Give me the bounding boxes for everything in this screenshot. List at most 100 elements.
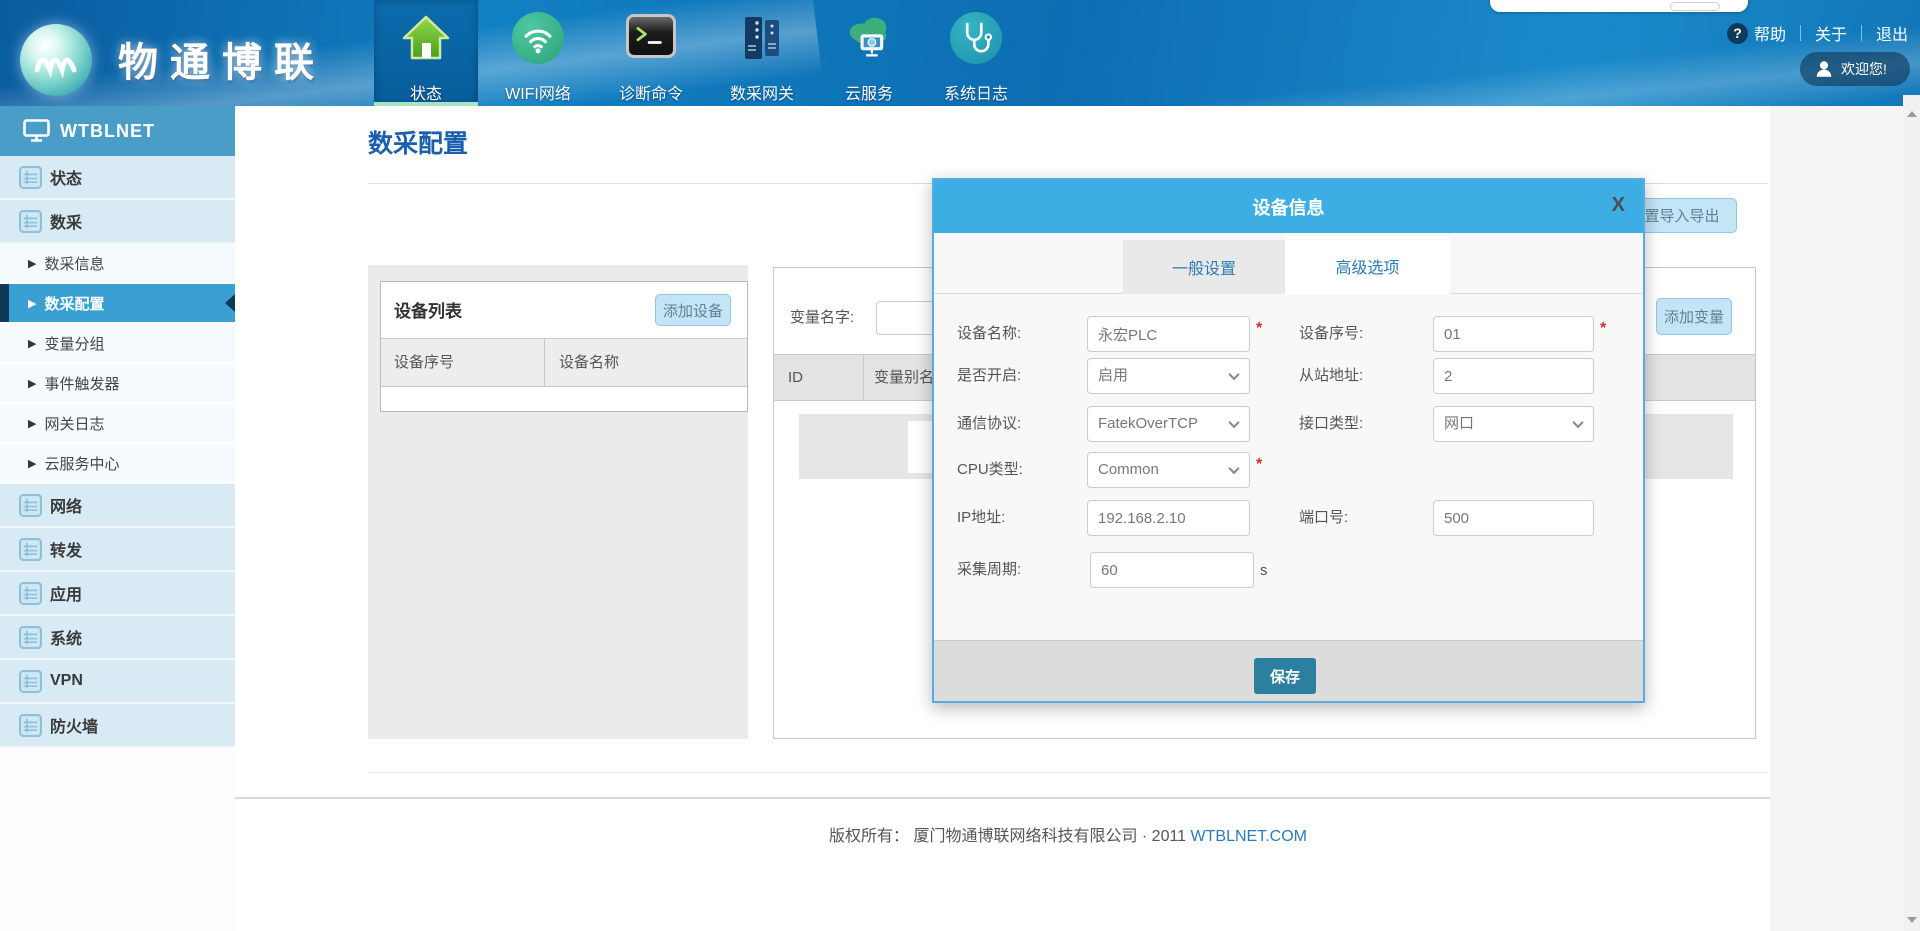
nav-cloud[interactable]: 云服务 (817, 0, 921, 106)
grid-icon (19, 494, 42, 517)
nav-syslog-label: 系统日志 (924, 80, 1028, 104)
sidebar-subitem-variable-group[interactable]: ▶ 变量分组 (0, 324, 235, 364)
add-device-button[interactable]: 添加设备 (655, 294, 731, 326)
sidebar-subitem-event-trigger[interactable]: ▶ 事件触发器 (0, 364, 235, 404)
scroll-up-arrow-icon[interactable] (1907, 111, 1917, 117)
nav-syslog[interactable]: 系统日志 (924, 0, 1028, 106)
nav-gateway[interactable]: 数采网关 (710, 0, 814, 106)
app-root: 物通博联 状态 WIFI网络 (0, 0, 1920, 931)
welcome-user-pill[interactable]: 欢迎您! (1800, 52, 1910, 86)
ip-address-input[interactable] (1087, 500, 1250, 536)
sidebar-item-label: 系统 (50, 625, 82, 649)
port-label: 端口号: (1299, 500, 1348, 536)
sidebar-item-system[interactable]: 系统 (0, 616, 235, 660)
sidebar-item-vpn[interactable]: VPN (0, 660, 235, 704)
sidebar-item-label: 防火墙 (50, 713, 98, 737)
chevron-down-icon (1228, 463, 1239, 474)
active-item-bar (0, 284, 9, 322)
terminal-icon (626, 14, 676, 58)
required-marker: * (1256, 456, 1262, 474)
enabled-select[interactable]: 启用 (1087, 358, 1250, 394)
sidebar-item-label: 网络 (50, 493, 82, 517)
device-info-modal: 设备信息 X 一般设置 高级选项 设备名称: * 是否开启: 启用 通信协议: … (932, 178, 1645, 703)
save-button[interactable]: 保存 (1254, 658, 1316, 694)
about-link[interactable]: 关于 (1815, 21, 1847, 45)
add-variable-button[interactable]: 添加变量 (1656, 298, 1732, 335)
wifi-icon (512, 12, 564, 64)
device-table-header: 设备序号 设备名称 (381, 338, 747, 387)
sidebar-subitem-label: 云服务中心 (44, 453, 119, 474)
sidebar-subitem-gateway-log[interactable]: ▶ 网关日志 (0, 404, 235, 444)
collect-period-label: 采集周期: (957, 552, 1021, 588)
help-link[interactable]: 帮助 (1754, 21, 1786, 45)
arrow-icon: ▶ (28, 337, 36, 350)
sidebar-header: WTBLNET (0, 106, 235, 156)
browser-find-overlay[interactable] (1490, 0, 1748, 12)
page-scrollbar[interactable] (1903, 95, 1920, 931)
sidebar-subitem-datacollect-config[interactable]: ▶ 数采配置 (0, 284, 235, 324)
device-serial-input[interactable] (1433, 316, 1594, 352)
cpu-type-label: CPU类型: (957, 452, 1023, 488)
active-item-notch (225, 294, 235, 312)
sidebar-subitem-label: 数采信息 (44, 253, 104, 274)
scroll-down-arrow-icon[interactable] (1907, 917, 1917, 923)
sidebar-subitem-label: 数采配置 (44, 293, 104, 314)
sidebar-item-forward[interactable]: 转发 (0, 528, 235, 572)
protocol-select[interactable]: FatekOverTCP (1087, 406, 1250, 442)
nav-wifi-label: WIFI网络 (486, 80, 590, 104)
link-divider (1861, 25, 1862, 41)
gateway-server-icon (736, 12, 788, 64)
content-bottom-divider (368, 772, 1768, 773)
sidebar-item-network[interactable]: 网络 (0, 484, 235, 528)
collect-period-input[interactable] (1090, 552, 1254, 588)
nav-diagnostics-label: 诊断命令 (599, 80, 703, 104)
monitor-icon (23, 119, 50, 143)
sidebar-subitem-label: 变量分组 (44, 333, 104, 354)
grid-icon (19, 670, 42, 693)
modal-title: 设备信息 (1253, 194, 1325, 220)
slave-address-input[interactable] (1433, 358, 1594, 394)
tab-general-settings[interactable]: 一般设置 (1123, 240, 1285, 294)
sidebar-subitem-cloud-center[interactable]: ▶ 云服务中心 (0, 444, 235, 484)
arrow-icon: ▶ (28, 257, 36, 270)
sidebar-item-label: 转发 (50, 537, 82, 561)
sidebar-title: WTBLNET (60, 121, 155, 142)
sidebar-item-firewall[interactable]: 防火墙 (0, 704, 235, 748)
port-input[interactable] (1433, 500, 1594, 536)
nav-status[interactable]: 状态 (374, 0, 478, 106)
interface-type-value: 网口 (1444, 415, 1474, 432)
sidebar-subitem-datacollect-info[interactable]: ▶ 数采信息 (0, 244, 235, 284)
grid-icon (19, 714, 42, 737)
tab-advanced-options[interactable]: 高级选项 (1285, 237, 1450, 295)
page-title: 数采配置 (368, 124, 468, 160)
cpu-type-select[interactable]: Common (1087, 452, 1250, 488)
grid-icon (19, 538, 42, 561)
sidebar-item-application[interactable]: 应用 (0, 572, 235, 616)
chevron-down-icon (1572, 417, 1583, 428)
required-marker: * (1600, 320, 1606, 338)
nav-diagnostics[interactable]: 诊断命令 (599, 0, 703, 106)
nav-cloud-label: 云服务 (817, 80, 921, 104)
brand-name: 物通博联 (118, 30, 326, 88)
sidebar-subitem-label: 网关日志 (44, 413, 104, 434)
device-col-serial: 设备序号 (381, 339, 544, 386)
sidebar-item-datacollect[interactable]: 数采 (0, 200, 235, 244)
sidebar-subitem-label: 事件触发器 (44, 373, 119, 394)
interface-type-select[interactable]: 网口 (1433, 406, 1594, 442)
arrow-icon: ▶ (28, 457, 36, 470)
sidebar-item-label: VPN (50, 672, 83, 690)
device-name-input[interactable] (1087, 316, 1250, 352)
sidebar: WTBLNET 状态 数采 ▶ 数采信息 ▶ 数采配置 ▶ 变量分组 ▶ 事件触… (0, 106, 235, 931)
sidebar-item-status[interactable]: 状态 (0, 156, 235, 200)
overlay-button[interactable] (1670, 2, 1720, 11)
device-name-label: 设备名称: (957, 316, 1021, 352)
nav-wifi[interactable]: WIFI网络 (486, 0, 590, 106)
logout-link[interactable]: 退出 (1876, 21, 1908, 45)
top-header: 物通博联 状态 WIFI网络 (0, 0, 1920, 106)
close-icon[interactable]: X (1612, 194, 1625, 217)
link-divider (1800, 25, 1801, 41)
nav-gateway-label: 数采网关 (710, 80, 814, 104)
device-table-empty-row (381, 388, 747, 411)
grid-icon (19, 626, 42, 649)
footer-link[interactable]: WTBLNET.COM (1191, 828, 1307, 845)
